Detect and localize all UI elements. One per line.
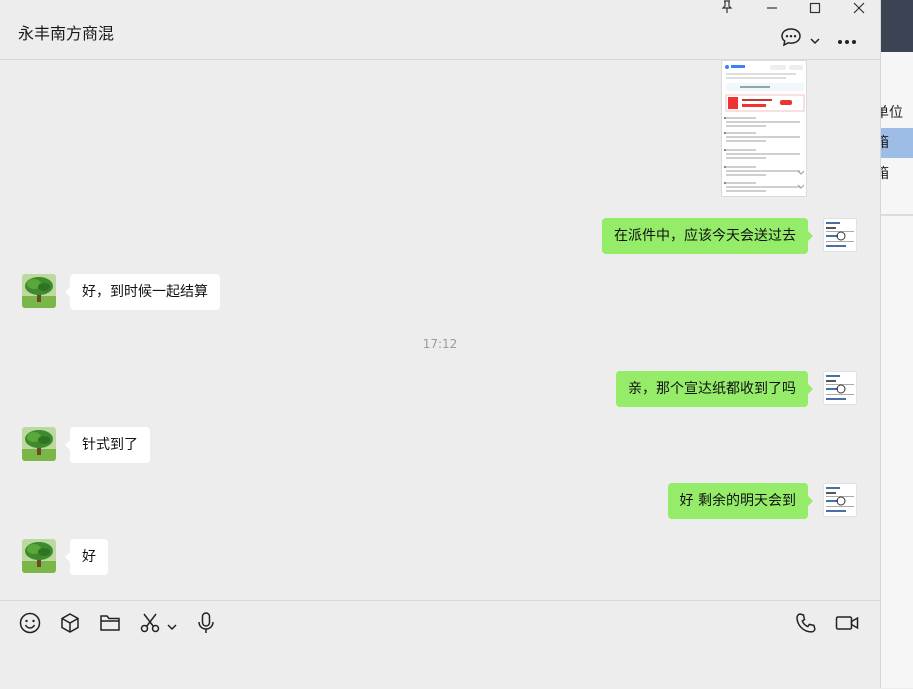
message-timestamp: 17:12 <box>422 337 458 351</box>
my-avatar[interactable] <box>823 218 857 252</box>
chat-bubble-button[interactable] <box>780 28 802 50</box>
input-toolbar <box>0 600 880 688</box>
maximize-button[interactable] <box>795 0 835 16</box>
screenshot-options-dropdown[interactable] <box>164 613 180 637</box>
chat-menu-dropdown[interactable] <box>808 32 822 46</box>
maximize-icon <box>809 0 821 18</box>
microphone-icon <box>195 611 217 639</box>
message-list[interactable]: 在派件中，应该今天会送过去 好，到时候一起结算 17:12 亲，那个宣达纸都收到… <box>0 60 880 600</box>
outgoing-message[interactable]: 好 剩余的明天会到 <box>667 483 814 519</box>
background-row[interactable]: 箱 <box>881 159 913 189</box>
voice-call-button[interactable] <box>794 613 818 637</box>
minimize-icon <box>766 0 778 18</box>
background-row: 单位 <box>881 105 903 121</box>
message-image[interactable] <box>721 60 807 197</box>
scissors-icon <box>139 612 161 638</box>
emoji-button[interactable] <box>18 612 42 638</box>
more-options-button[interactable] <box>836 30 858 48</box>
chat-header: 永丰南方商混 <box>0 0 880 60</box>
background-window: 单位 箱 箱 <box>881 0 913 688</box>
pin-button[interactable] <box>707 0 747 16</box>
my-avatar[interactable] <box>823 371 857 405</box>
box-button[interactable] <box>58 613 82 637</box>
incoming-message[interactable]: 好，到时候一起结算 <box>65 274 220 310</box>
chevron-down-icon <box>810 30 820 49</box>
incoming-message[interactable]: 好 <box>65 539 108 575</box>
background-divider <box>881 214 913 216</box>
video-camera-icon <box>835 614 859 636</box>
box-icon <box>59 612 81 638</box>
chat-window: 永丰南方商混 在派件中，应该今天会送过去 好，到时候一起结算 17:12 亲，那… <box>0 0 881 688</box>
message-input[interactable] <box>0 649 880 689</box>
outgoing-message[interactable]: 在派件中，应该今天会送过去 <box>602 218 813 254</box>
close-button[interactable] <box>839 0 879 16</box>
minimize-button[interactable] <box>752 0 792 16</box>
background-window-header <box>881 0 913 52</box>
chat-title: 永丰南方商混 <box>18 24 115 43</box>
contact-avatar[interactable] <box>22 539 56 573</box>
pin-icon <box>721 0 733 18</box>
folder-icon <box>99 613 121 637</box>
close-icon <box>853 0 865 18</box>
background-row-selected[interactable]: 箱 <box>881 128 913 158</box>
contact-avatar[interactable] <box>22 274 56 308</box>
chevron-down-icon <box>167 616 177 635</box>
outgoing-message[interactable]: 亲，那个宣达纸都收到了吗 <box>616 371 813 407</box>
emoji-icon <box>19 612 41 638</box>
chat-bubble-icon <box>780 27 802 51</box>
contact-avatar[interactable] <box>22 427 56 461</box>
incoming-message[interactable]: 针式到了 <box>65 427 150 463</box>
phone-icon <box>795 612 817 638</box>
more-dots-icon <box>837 30 857 49</box>
screenshot-button[interactable] <box>138 613 162 637</box>
my-avatar[interactable] <box>823 483 857 517</box>
video-call-button[interactable] <box>834 613 860 637</box>
folder-button[interactable] <box>98 613 122 637</box>
voice-input-button[interactable] <box>194 611 218 639</box>
